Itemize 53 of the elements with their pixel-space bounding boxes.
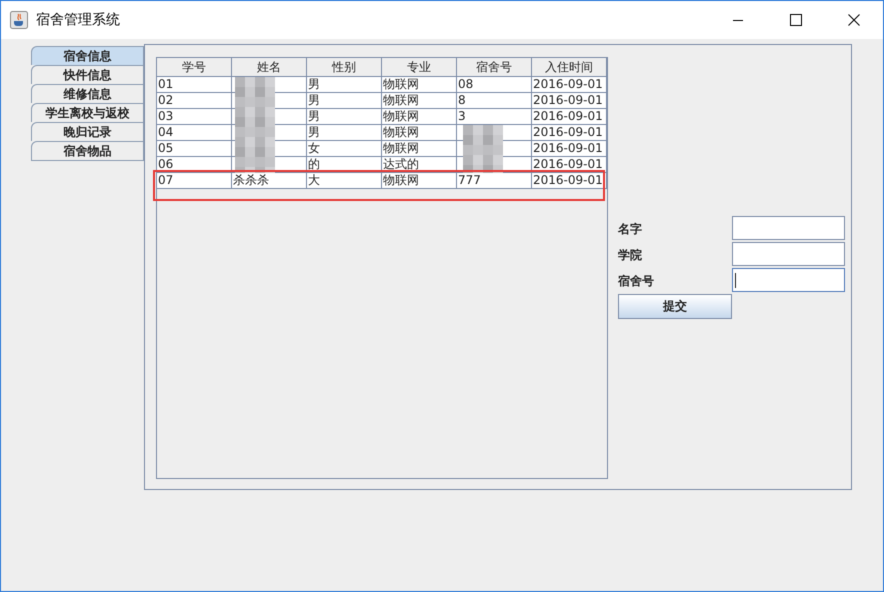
table-cell: 物联网 [382,93,457,109]
table-cell: 777 [457,173,532,189]
tab[interactable]: 快件信息 [31,65,144,84]
table-cell: 女 [307,141,382,157]
table-cell: 物联网 [382,77,457,93]
input-field[interactable] [732,216,845,240]
table-cell: 2016-09-01 [532,77,607,93]
table-cell: 男 [307,93,382,109]
tab[interactable]: 学生离校与返校 [31,103,144,122]
close-icon[interactable] [848,14,860,26]
field-label: 宿舍号 [618,273,655,290]
input-field[interactable] [732,268,845,292]
tab[interactable]: 维修信息 [31,84,144,103]
tab[interactable]: 晚归记录 [31,122,144,141]
table-cell: 男 [307,109,382,125]
table-cell: 02 [157,93,232,109]
table-cell: 物联网 [382,125,457,141]
tab[interactable]: 宿舍信息 [31,46,144,65]
column-header[interactable]: 性别 [307,58,382,77]
window-title: 宿舍管理系统 [36,11,121,29]
table-cell: 物联网 [382,109,457,125]
column-header[interactable]: 宿舍号 [457,58,532,77]
column-header[interactable]: 姓名 [232,58,307,77]
table-cell: 05 [157,141,232,157]
input-field[interactable] [732,242,845,266]
table-cell: 2016-09-01 [532,173,607,189]
table-cell: 男 [307,77,382,93]
table-cell: 03 [157,109,232,125]
table-cell: 04 [157,125,232,141]
table-cell: 2016-09-01 [532,125,607,141]
table-cell: 2016-09-01 [532,93,607,109]
column-header[interactable]: 专业 [382,58,457,77]
table-cell: 物联网 [382,173,457,189]
field-label: 名字 [618,221,643,238]
table-cell: 07 [157,173,232,189]
table-cell: 08 [457,77,532,93]
table-cell: 大 [307,173,382,189]
table-cell: 男 [307,125,382,141]
column-header[interactable]: 入住时间 [532,58,607,77]
table-cell: 2016-09-01 [532,109,607,125]
submit-button[interactable]: 提交 [618,294,732,319]
table-cell: 01 [157,77,232,93]
column-header[interactable]: 学号 [157,58,232,77]
table-cell: 物联网 [382,141,457,157]
coffee-cup-icon [10,11,28,29]
field-label: 学院 [618,247,643,264]
table-cell: 杀杀杀 [232,173,307,189]
table-cell: 2016-09-01 [532,141,607,157]
maximize-icon[interactable] [790,14,802,26]
pixelated-area [463,125,503,173]
table-cell: 8 [457,93,532,109]
tab[interactable]: 宿舍物品 [31,141,144,161]
table-cell: 3 [457,109,532,125]
